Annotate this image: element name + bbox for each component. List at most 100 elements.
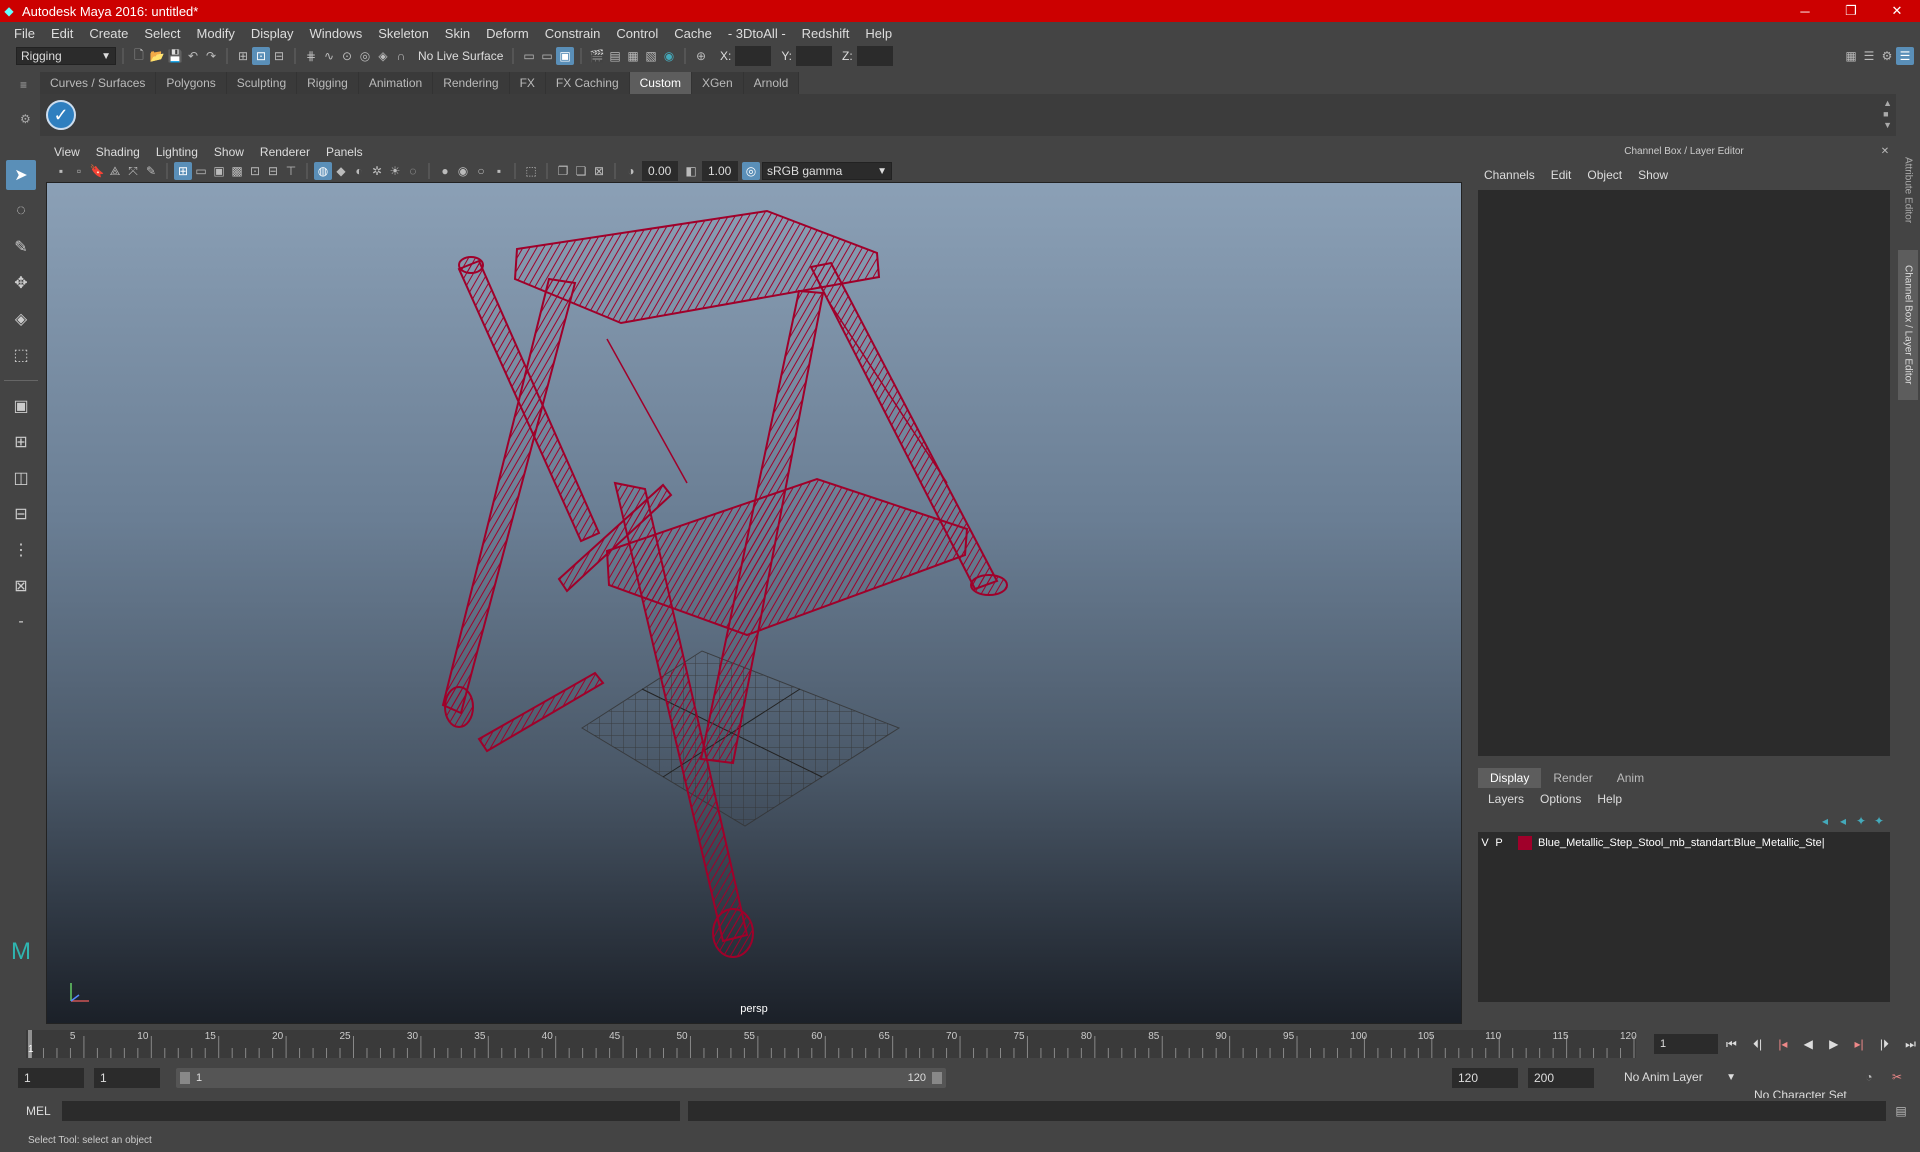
shelf-tab-fx[interactable]: FX xyxy=(509,72,546,94)
ipr-render-icon[interactable]: ▤ xyxy=(606,47,624,65)
tool-settings-icon[interactable]: ⚙ xyxy=(1878,47,1896,65)
render-frame-icon[interactable]: 🎬 xyxy=(588,47,606,65)
menu-redshift[interactable]: Redshift xyxy=(794,26,858,41)
script-editor-icon[interactable]: ▤ xyxy=(1892,1102,1910,1120)
select-component-icon[interactable]: ⊟ xyxy=(270,47,288,65)
render-settings-icon[interactable]: ▦ xyxy=(624,47,642,65)
float-close-icon[interactable]: ✕ xyxy=(1876,142,1894,160)
menu-windows[interactable]: Windows xyxy=(301,26,370,41)
layer-row[interactable]: V P Blue_Metallic_Step_Stool_mb_standart… xyxy=(1478,832,1890,854)
go-to-end-icon[interactable]: ⏭ xyxy=(1905,1037,1916,1052)
move-layer-up-icon[interactable]: ◂ xyxy=(1816,812,1834,830)
shelf-tab-animation[interactable]: Animation xyxy=(358,72,434,94)
shelf-tab-rigging[interactable]: Rigging xyxy=(297,72,359,94)
menu-edit[interactable]: Edit xyxy=(43,26,81,41)
bookmark-icon[interactable]: 🔖 xyxy=(88,162,106,180)
viewport-menu-shading[interactable]: Shading xyxy=(88,145,148,159)
magnet-icon[interactable]: ∩ xyxy=(392,47,410,65)
shelf-tab-arnold[interactable]: Arnold xyxy=(743,72,800,94)
image-plane-icon[interactable]: ⟁ xyxy=(106,162,124,180)
cb-menu-object[interactable]: Object xyxy=(1579,168,1630,182)
xray-components-icon[interactable]: ⊠ xyxy=(590,162,608,180)
shelf-tab-rendering[interactable]: Rendering xyxy=(433,72,510,94)
safe-title-icon[interactable]: ⊤ xyxy=(282,162,300,180)
start-time-field[interactable]: 1 xyxy=(18,1068,84,1088)
layer-menu-help[interactable]: Help xyxy=(1589,792,1630,806)
side-tab-channel-box[interactable]: Channel Box / Layer Editor xyxy=(1898,250,1918,400)
layer-color-swatch[interactable] xyxy=(1518,836,1532,850)
menu-constrain[interactable]: Constrain xyxy=(537,26,609,41)
channel-list[interactable] xyxy=(1478,190,1890,756)
command-input[interactable] xyxy=(62,1101,680,1121)
time-slider[interactable]: 5 10 15 20 25 30 35 40 45 50 55 60 65 70 75 80 85 90 95 100… xyxy=(26,1030,1637,1058)
menu-deform[interactable]: Deform xyxy=(478,26,537,41)
wireframe-icon[interactable]: ◍ xyxy=(314,162,332,180)
step-forward-icon[interactable]: |⏵ xyxy=(1880,1037,1889,1052)
layer-name[interactable]: Blue_Metallic_Step_Stool_mb_standart:Blu… xyxy=(1538,837,1828,849)
construction-history-icon[interactable]: ▣ xyxy=(556,47,574,65)
grid-toggle-icon[interactable]: ⊞ xyxy=(174,162,192,180)
field-chart-icon[interactable]: ⊡ xyxy=(246,162,264,180)
output-ops-icon[interactable]: ▭ xyxy=(538,47,556,65)
new-layer-icon[interactable]: ✦ xyxy=(1852,812,1870,830)
menu-skin[interactable]: Skin xyxy=(437,26,478,41)
viewport-menu-renderer[interactable]: Renderer xyxy=(252,145,318,159)
input-ops-icon[interactable]: ▭ xyxy=(520,47,538,65)
open-scene-icon[interactable]: 📂 xyxy=(148,47,166,65)
attribute-editor-toggle-icon[interactable]: ☰ xyxy=(1860,47,1878,65)
menu-control[interactable]: Control xyxy=(608,26,666,41)
playback-end-field[interactable]: 120 xyxy=(1452,1068,1518,1088)
select-object-icon[interactable]: ⊡ xyxy=(252,47,270,65)
camera-icon[interactable]: ▪ xyxy=(52,162,70,180)
viewport-menu-view[interactable]: View xyxy=(46,145,88,159)
step-back-icon[interactable]: ⏴| xyxy=(1753,1037,1762,1052)
snap-surface-icon[interactable]: ◈ xyxy=(374,47,392,65)
next-key-icon[interactable]: ▸| xyxy=(1854,1037,1863,1051)
snap-curve-icon[interactable]: ∿ xyxy=(320,47,338,65)
auto-key-icon[interactable]: ◔ xyxy=(1860,1068,1878,1086)
shelf-menu-icon[interactable]: ≡ xyxy=(20,78,34,92)
z-field[interactable] xyxy=(856,46,893,66)
view-transform-dropdown[interactable]: sRGB gamma ▼ xyxy=(762,162,892,180)
snap-point-icon[interactable]: ⊙ xyxy=(338,47,356,65)
shelf-tab-sculpting[interactable]: Sculpting xyxy=(226,72,298,94)
x-field[interactable] xyxy=(735,46,772,66)
perspective-viewport[interactable]: persp xyxy=(46,182,1462,1024)
live-surface-field[interactable]: No Live Surface xyxy=(414,47,506,65)
viewport-menu-show[interactable]: Show xyxy=(206,145,252,159)
cb-menu-edit[interactable]: Edit xyxy=(1543,168,1580,182)
viewport-menu-lighting[interactable]: Lighting xyxy=(148,145,206,159)
select-hierarchy-icon[interactable]: ⊞ xyxy=(234,47,252,65)
menu-help[interactable]: Help xyxy=(857,26,900,41)
menu-create[interactable]: Create xyxy=(81,26,136,41)
side-tab-attribute-editor[interactable]: Attribute Editor xyxy=(1898,142,1918,238)
scale-tool-icon[interactable]: ⬚ xyxy=(6,340,36,370)
shelf-tab-custom[interactable]: Custom xyxy=(629,72,692,94)
menu-modify[interactable]: Modify xyxy=(189,26,243,41)
shadows-icon[interactable]: ◌ xyxy=(404,162,422,180)
layer-tab-anim[interactable]: Anim xyxy=(1605,768,1656,788)
layer-playback-toggle[interactable]: P xyxy=(1492,837,1506,849)
save-scene-icon[interactable]: 💾 xyxy=(166,47,184,65)
grease-pencil-icon[interactable]: ✎ xyxy=(142,162,160,180)
anti-alias-icon[interactable]: ○ xyxy=(472,162,490,180)
shelf-tab-fx-caching[interactable]: FX Caching xyxy=(545,72,630,94)
new-layer-selected-icon[interactable]: ✦ xyxy=(1870,812,1888,830)
paint-select-tool-icon[interactable]: ✎ xyxy=(6,232,36,262)
gamma-field[interactable]: 1.00 xyxy=(702,161,738,181)
persp-outliner-layout-icon[interactable]: ⊟ xyxy=(6,499,36,529)
range-slider[interactable]: 1 120 xyxy=(176,1068,946,1088)
menuset-dropdown[interactable]: Rigging ▼ xyxy=(16,47,116,65)
snap-grid-icon[interactable]: ⋕ xyxy=(302,47,320,65)
ambient-occlusion-icon[interactable]: ● xyxy=(436,162,454,180)
rotate-tool-icon[interactable]: ◈ xyxy=(6,304,36,334)
layer-menu-options[interactable]: Options xyxy=(1532,792,1589,806)
transform-mode-icon[interactable]: ⊕ xyxy=(692,47,710,65)
safe-action-icon[interactable]: ⊟ xyxy=(264,162,282,180)
four-pane-layout-icon[interactable]: ⊞ xyxy=(6,427,36,457)
depth-of-field-icon[interactable]: ▪ xyxy=(490,162,508,180)
viewport-menu-panels[interactable]: Panels xyxy=(318,145,371,159)
minimize-button[interactable]: ─ xyxy=(1782,0,1828,22)
menu-3dtoall[interactable]: - 3DtoAll - xyxy=(720,26,794,41)
exposure-field[interactable]: 0.00 xyxy=(642,161,678,181)
